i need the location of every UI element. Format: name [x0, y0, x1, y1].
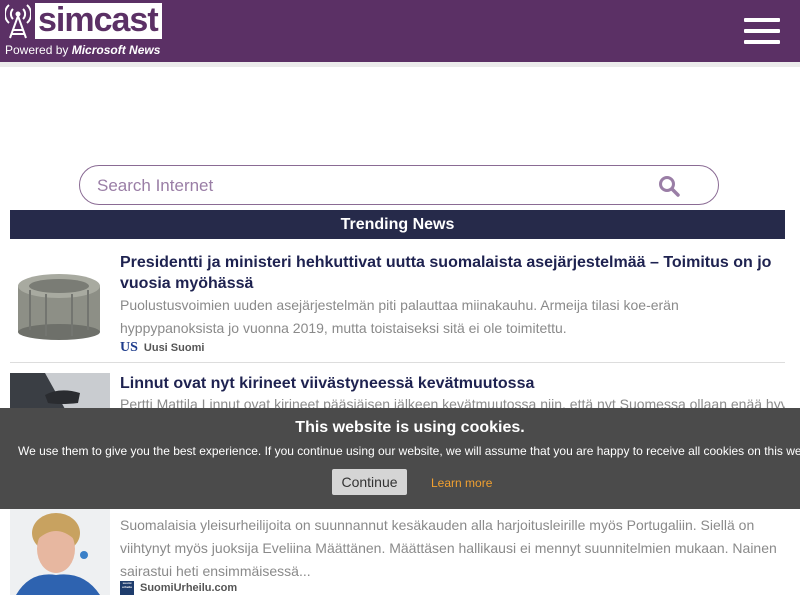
article-title[interactable]: Presidentti ja ministeri hehkuttivat uut… — [120, 252, 785, 294]
source-name: Uusi Suomi — [143, 342, 205, 354]
news-item[interactable]: Presidentti ja ministeri hehkuttivat uut… — [10, 252, 785, 357]
news-item[interactable]: Linnut ovat nyt kirineet viivästyneessä … — [10, 373, 785, 409]
hamburger-menu-icon[interactable] — [744, 18, 780, 46]
athlete-photo-image — [10, 509, 110, 595]
article-description: Pertti Mattila Linnut ovat kirineet pääs… — [120, 396, 785, 409]
trending-news-heading: Trending News — [10, 210, 785, 239]
news-item[interactable]: Suomalaisia yleisurheilijoita on suunnan… — [10, 509, 785, 600]
search-box — [79, 165, 719, 205]
brand-name: simcast — [35, 3, 162, 39]
cookie-banner: This website is using cookies. We use th… — [0, 408, 800, 509]
powered-by: Powered by Microsoft News — [5, 43, 161, 57]
article-description: Puolustusvoimien uuden asejärjestelmän p… — [120, 297, 679, 336]
cookie-text: We use them to give you the best experie… — [18, 444, 800, 458]
article-source[interactable]: suomi urheilu SuomiUrheilu.com — [120, 581, 237, 595]
suomiurheilu-logo: suomi urheilu — [120, 581, 134, 595]
article-thumbnail[interactable] — [10, 373, 110, 409]
uusi-suomi-logo: US — [120, 340, 138, 355]
continue-button[interactable]: Continue — [332, 469, 407, 495]
broadcast-tower-icon — [5, 4, 31, 39]
learn-more-link[interactable]: Learn more — [431, 476, 492, 490]
article-thumbnail[interactable] — [10, 264, 110, 342]
search-icon[interactable] — [658, 175, 680, 197]
article-title[interactable]: Linnut ovat nyt kirineet viivästyneessä … — [120, 373, 785, 394]
header: simcast Powered by Microsoft News — [0, 0, 800, 62]
bird-photo-image — [10, 373, 110, 409]
search-input[interactable] — [95, 174, 639, 198]
simcast-logo[interactable]: simcast — [5, 3, 162, 39]
header-divider — [0, 62, 800, 67]
cookie-title: This website is using cookies. — [295, 419, 525, 436]
article-source[interactable]: US Uusi Suomi — [120, 340, 204, 356]
mine-device-image — [10, 264, 110, 342]
article-divider — [10, 362, 785, 363]
article-thumbnail[interactable] — [10, 509, 110, 595]
article-description: Suomalaisia yleisurheilijoita on suunnan… — [120, 517, 777, 579]
source-name: SuomiUrheilu.com — [140, 582, 238, 594]
